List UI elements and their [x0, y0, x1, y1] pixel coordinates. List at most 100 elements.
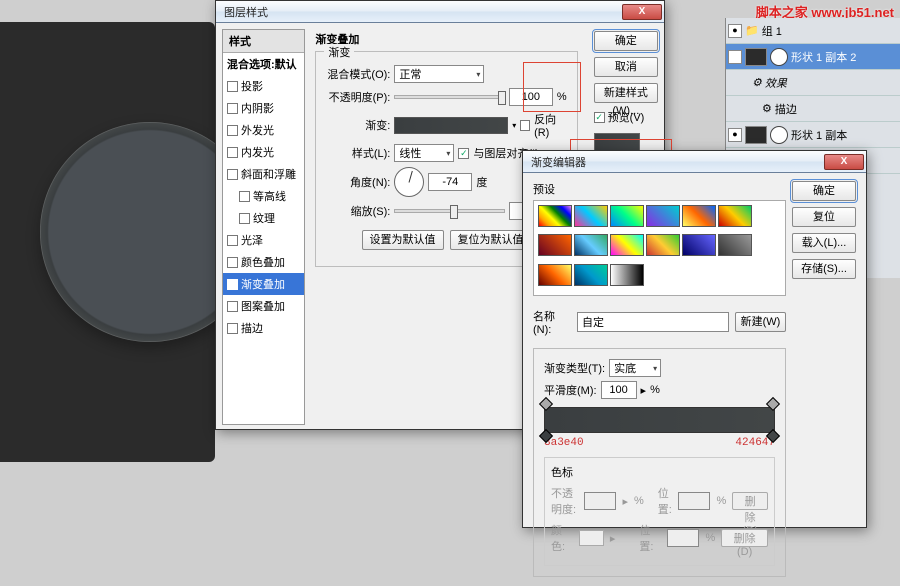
blend-mode-select[interactable]: 正常	[394, 65, 484, 83]
position-input	[678, 492, 710, 510]
layer-thumb	[745, 48, 767, 66]
layer-fx[interactable]: ⚙ 效果	[726, 70, 900, 96]
close-button[interactable]: X	[824, 154, 864, 170]
presets-grid[interactable]	[533, 200, 786, 296]
titlebar[interactable]: 渐变编辑器 X	[523, 151, 866, 173]
dialog-title: 渐变编辑器	[531, 154, 824, 170]
titlebar[interactable]: 图层样式 X	[216, 1, 664, 23]
style-item[interactable]: 颜色叠加	[223, 251, 304, 273]
opacity-slider[interactable]	[394, 95, 505, 99]
preset-swatch[interactable]	[538, 264, 572, 286]
opacity-label: 不透明度(P):	[326, 89, 390, 105]
style-item[interactable]: 混合选项:默认	[223, 53, 304, 75]
gradient-editor-dialog: 渐变编辑器 X 预设 名称(N): 新建(W) 渐变类型(T): 实底 平滑度(…	[522, 150, 867, 528]
styles-header: 样式	[223, 30, 304, 53]
preset-swatch[interactable]	[538, 205, 572, 227]
style-item[interactable]: 内发光	[223, 141, 304, 163]
style-item[interactable]: 外发光	[223, 119, 304, 141]
preset-swatch[interactable]	[574, 264, 608, 286]
smooth-label: 平滑度(M):	[544, 382, 597, 398]
gradient-swatch[interactable]	[394, 117, 508, 134]
type-select[interactable]: 实底	[609, 359, 661, 377]
save-button[interactable]: 存储(S)...	[792, 259, 856, 279]
dialog-title: 图层样式	[224, 4, 622, 20]
preview-checkbox[interactable]: ✓	[594, 112, 605, 123]
section-title: 渐变	[324, 44, 354, 60]
preset-swatch[interactable]	[718, 234, 752, 256]
layer-row[interactable]: ● 形状 1 副本 2	[726, 44, 900, 70]
set-default-button[interactable]: 设置为默认值	[362, 230, 444, 250]
opacity-stop[interactable]	[766, 397, 780, 411]
cancel-button[interactable]: 取消	[594, 57, 658, 77]
layer-fx-stroke[interactable]: ⚙ 描边	[726, 96, 900, 122]
style-item[interactable]: 等高线	[223, 185, 304, 207]
style-item[interactable]: 斜面和浮雕	[223, 163, 304, 185]
layer-label: 形状 1 副本 2	[791, 49, 856, 65]
delete-button: 删除(D)	[721, 529, 768, 547]
preset-swatch[interactable]	[574, 234, 608, 256]
opacity-stop[interactable]	[539, 397, 553, 411]
layer-row[interactable]: ● 形状 1 副本	[726, 122, 900, 148]
gradient-bar[interactable]	[544, 407, 775, 433]
angle-input[interactable]	[428, 173, 472, 191]
layer-group[interactable]: ● 📁 组 1	[726, 18, 900, 44]
mask-thumb	[770, 48, 788, 66]
blend-mode-label: 混合模式(O):	[326, 66, 390, 82]
style-item[interactable]: 投影	[223, 75, 304, 97]
style-item[interactable]: 内阴影	[223, 97, 304, 119]
ok-button[interactable]: 确定	[594, 31, 658, 51]
position-input	[667, 529, 699, 547]
opacity-input[interactable]	[509, 88, 553, 106]
preset-swatch[interactable]	[718, 205, 752, 227]
type-label: 渐变类型(T):	[544, 360, 605, 376]
style-label: 样式(L):	[326, 145, 390, 161]
scale-slider[interactable]	[394, 209, 505, 213]
presets-label: 预设	[533, 181, 786, 197]
layer-label: 效果	[765, 75, 787, 91]
style-item[interactable]: 描边	[223, 317, 304, 339]
gradient-label: 渐变:	[326, 117, 390, 133]
preset-swatch[interactable]	[610, 205, 644, 227]
close-button[interactable]: X	[622, 4, 662, 20]
align-checkbox[interactable]: ✓	[458, 148, 469, 159]
document-canvas	[0, 22, 215, 462]
scale-label: 缩放(S):	[326, 203, 390, 219]
style-item[interactable]: 光泽	[223, 229, 304, 251]
preset-swatch[interactable]	[646, 234, 680, 256]
reset-button[interactable]: 复位	[792, 207, 856, 227]
new-button[interactable]: 新建(W)	[735, 312, 786, 332]
ok-button[interactable]: 确定	[792, 181, 856, 201]
preset-swatch[interactable]	[610, 234, 644, 256]
style-select[interactable]: 线性	[394, 144, 454, 162]
visibility-icon[interactable]: ●	[728, 24, 742, 38]
preset-swatch[interactable]	[610, 264, 644, 286]
preset-swatch[interactable]	[646, 205, 680, 227]
fx-icon: ⚙	[752, 76, 762, 89]
preset-swatch[interactable]	[682, 234, 716, 256]
new-style-button[interactable]: 新建样式(W)...	[594, 83, 658, 103]
reset-default-button[interactable]: 复位为默认值	[450, 230, 532, 250]
name-input[interactable]	[577, 312, 729, 332]
style-item[interactable]: ✓渐变叠加	[223, 273, 304, 295]
opacity-stop-input	[584, 492, 616, 510]
smooth-input[interactable]	[601, 381, 637, 399]
reverse-checkbox[interactable]	[520, 120, 530, 131]
preset-swatch[interactable]	[538, 234, 572, 256]
delete-button: 删除(D)	[732, 492, 768, 510]
panel-title: 渐变叠加	[315, 31, 577, 47]
style-item[interactable]: 图案叠加	[223, 295, 304, 317]
style-item[interactable]: 纹理	[223, 207, 304, 229]
color-swatch	[579, 530, 604, 546]
layer-label: 形状 1 副本	[791, 127, 847, 143]
angle-label: 角度(N):	[326, 174, 390, 190]
load-button[interactable]: 载入(L)...	[792, 233, 856, 253]
preset-swatch[interactable]	[574, 205, 608, 227]
visibility-icon[interactable]: ●	[728, 128, 742, 142]
visibility-icon[interactable]: ●	[728, 50, 742, 64]
angle-wheel[interactable]	[394, 167, 424, 197]
styles-list[interactable]: 样式 混合选项:默认投影内阴影外发光内发光斜面和浮雕等高线纹理光泽颜色叠加✓渐变…	[222, 29, 305, 425]
preset-swatch[interactable]	[682, 205, 716, 227]
layer-thumb	[745, 126, 767, 144]
folder-icon: 📁	[745, 24, 759, 37]
fx-icon: ⚙	[762, 102, 772, 115]
